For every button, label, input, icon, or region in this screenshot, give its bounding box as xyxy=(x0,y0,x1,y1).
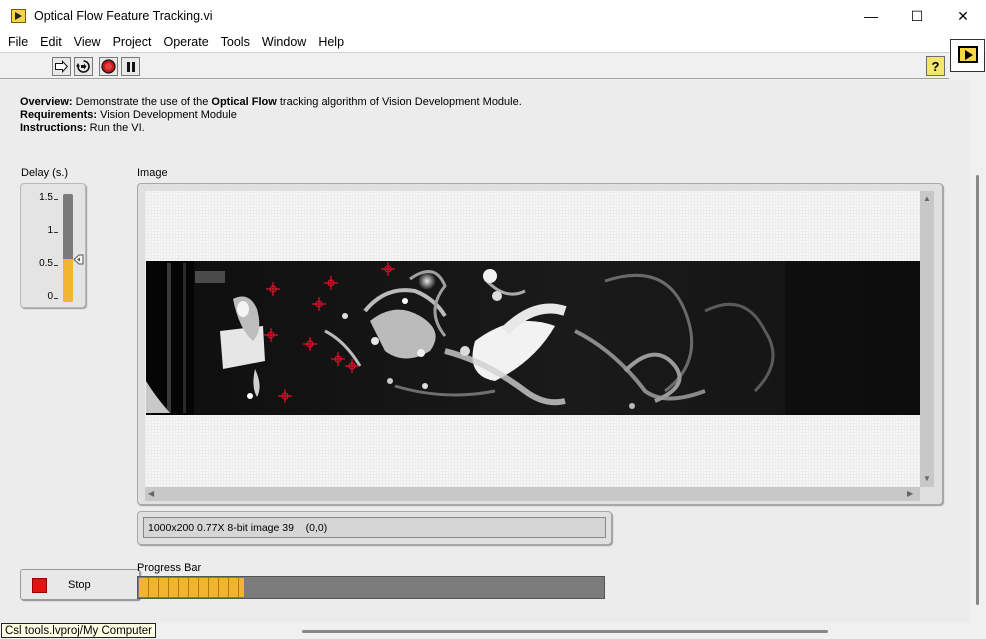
minimize-button[interactable]: — xyxy=(848,0,894,32)
overview-bold: Optical Flow xyxy=(211,96,277,108)
scroll-left-icon[interactable]: ◀ xyxy=(148,489,154,498)
run-continuously-icon xyxy=(76,60,90,73)
delay-slider-track[interactable] xyxy=(63,194,73,302)
video-frame xyxy=(146,261,920,415)
stop-label: Stop xyxy=(68,579,91,591)
progress-bar xyxy=(137,576,605,599)
scroll-right-icon[interactable]: ▶ xyxy=(907,489,913,498)
image-display[interactable]: ▲ ▼ ◀ ▶ xyxy=(137,183,943,505)
toolbar: ? xyxy=(0,52,949,79)
panel-horizontal-scroll-thumb[interactable] xyxy=(302,630,828,633)
menu-help[interactable]: Help xyxy=(312,35,350,49)
description-text: Overview: Demonstrate the use of the Opt… xyxy=(20,96,522,135)
image-horizontal-scrollbar[interactable]: ◀ ▶ xyxy=(145,487,920,501)
delay-tick-label: 1.5 xyxy=(39,192,53,203)
delay-tick-label: 0.5 xyxy=(39,258,53,269)
progress-bar-fill xyxy=(139,578,244,597)
panel-vertical-scrollbar[interactable] xyxy=(970,80,986,639)
close-button[interactable]: ✕ xyxy=(940,0,986,32)
image-info-text: 1000x200 0.77X 8-bit image 39 (0,0) xyxy=(143,517,606,538)
delay-slider[interactable]: 1.5 1 0.5 0 xyxy=(20,183,86,308)
progress-label: Progress Bar xyxy=(137,562,202,574)
overview-text-1: Demonstrate the use of the xyxy=(72,96,212,108)
scroll-down-icon[interactable]: ▼ xyxy=(923,474,931,483)
delay-label: Delay (s.) xyxy=(21,167,69,179)
menu-edit[interactable]: Edit xyxy=(34,35,68,49)
menu-view[interactable]: View xyxy=(68,35,107,49)
image-label: Image xyxy=(137,167,168,179)
pause-icon xyxy=(126,61,135,72)
abort-execution-icon xyxy=(101,59,116,74)
stop-icon xyxy=(32,578,47,593)
title-bar: Optical Flow Feature Tracking.vi — ☐ ✕ xyxy=(0,0,986,32)
pause-button[interactable] xyxy=(121,57,140,76)
menu-file[interactable]: File xyxy=(2,35,34,49)
stop-button[interactable]: Stop xyxy=(20,569,140,600)
run-continuously-button[interactable] xyxy=(74,57,93,76)
scroll-up-icon[interactable]: ▲ xyxy=(923,194,931,203)
project-context: Csl tools.lvproj/My Computer xyxy=(1,623,156,638)
window-title: Optical Flow Feature Tracking.vi xyxy=(34,9,213,23)
image-info-box: 1000x200 0.77X 8-bit image 39 (0,0) xyxy=(137,511,612,545)
menu-window[interactable]: Window xyxy=(256,35,312,49)
requirements-label: Requirements: xyxy=(20,109,98,121)
image-canvas[interactable] xyxy=(145,191,920,487)
run-arrow-icon xyxy=(55,60,68,73)
maximize-button[interactable]: ☐ xyxy=(894,0,940,32)
overview-text-2: tracking algorithm of Vision Development… xyxy=(276,96,522,108)
scroll-thumb[interactable] xyxy=(976,175,979,605)
run-button[interactable] xyxy=(52,57,71,76)
delay-tick-label: 0 xyxy=(47,291,53,302)
overview-label: Overview: xyxy=(20,96,73,108)
instructions-label: Instructions: xyxy=(20,122,87,134)
delay-slider-thumb[interactable] xyxy=(73,254,84,265)
image-vertical-scrollbar[interactable]: ▲ ▼ xyxy=(920,191,934,487)
context-help-button[interactable]: ? xyxy=(926,56,945,76)
menu-tools[interactable]: Tools xyxy=(215,35,256,49)
labview-vi-icon xyxy=(11,9,26,23)
menu-bar: File Edit View Project Operate Tools Win… xyxy=(0,32,986,52)
menu-operate[interactable]: Operate xyxy=(157,35,214,49)
menu-project[interactable]: Project xyxy=(107,35,158,49)
instructions-text: Run the VI. xyxy=(86,122,145,134)
vi-connector-icon xyxy=(950,39,985,72)
delay-slider-fill xyxy=(63,258,73,302)
delay-tick-label: 1 xyxy=(47,225,53,236)
abort-button[interactable] xyxy=(99,57,118,76)
status-bar: Csl tools.lvproj/My Computer xyxy=(0,623,970,639)
requirements-text: Vision Development Module xyxy=(97,109,237,121)
